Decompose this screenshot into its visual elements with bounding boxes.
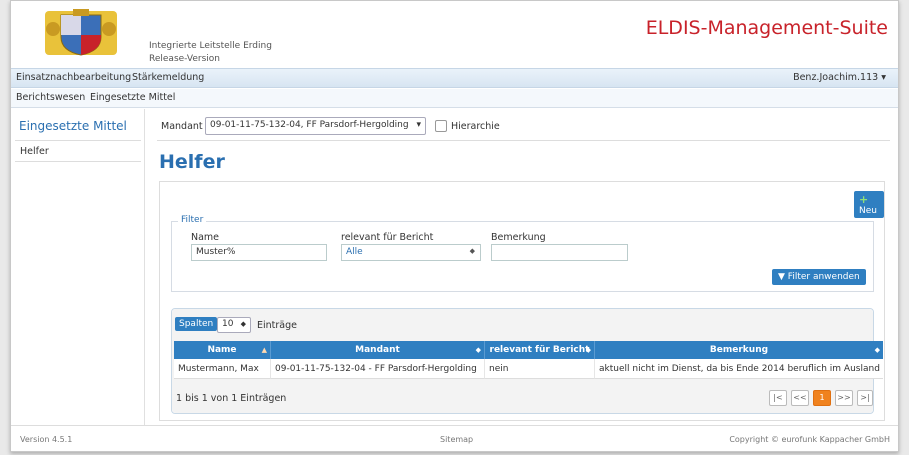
entries-label: Einträge	[257, 320, 297, 331]
subnav-item-eingesetzte-mittel[interactable]: Eingesetzte Mittel	[90, 92, 175, 103]
user-name: Benz.Joachim.113	[793, 72, 879, 83]
filter-legend: Filter	[178, 215, 207, 225]
primary-nav: Einsatznachbearbeitung Stärkemeldung Ben…	[11, 68, 898, 88]
filter-funnel-icon: ▼	[778, 272, 785, 282]
page-size-value: 10	[222, 319, 234, 329]
header: Integrierte Leitstelle Erding Release-Ve…	[11, 1, 898, 67]
org-line-1: Integrierte Leitstelle Erding	[149, 41, 272, 51]
sort-icon: ◆	[874, 346, 880, 354]
sidebar: Eingesetzte Mittel Helfer	[11, 109, 145, 425]
filter-relevant-label: relevant für Bericht	[341, 232, 434, 243]
pager-prev-button[interactable]: <<	[791, 390, 809, 406]
page-size-select[interactable]: 10 ◆	[217, 317, 251, 333]
hierarchie-label: Hierarchie	[451, 121, 500, 132]
mandant-value: 09-01-11-75-132-04, FF Parsdorf-Hergoldi…	[210, 120, 409, 130]
cell-name: Mustermann, Max	[174, 359, 271, 379]
sort-asc-icon: ▲	[261, 346, 267, 354]
column-header-mandant[interactable]: Mandant ◆	[271, 341, 485, 359]
sidebar-item-helfer[interactable]: Helfer	[20, 146, 49, 157]
pager-next-button[interactable]: >>	[835, 390, 853, 406]
organization-name: Integrierte Leitstelle Erding Release-Ve…	[149, 40, 272, 66]
column-header-label: Mandant	[355, 345, 400, 355]
filter-fieldset: Filter Name Muster% relevant für Bericht…	[171, 215, 874, 292]
column-header-label: Bemerkung	[709, 345, 769, 355]
version-text: Version 4.5.1	[20, 435, 73, 444]
new-button[interactable]: + Neu	[854, 191, 884, 218]
nav-item-staerkemeldung[interactable]: Stärkemeldung	[132, 72, 204, 83]
filter-relevant-select[interactable]: Alle ◆	[341, 244, 481, 261]
sort-icon: ◆	[475, 346, 481, 354]
nav-item-einsatznachbearbeitung[interactable]: Einsatznachbearbeitung	[16, 72, 131, 83]
filter-name-input[interactable]: Muster%	[191, 244, 327, 261]
column-header-bemerkung[interactable]: Bemerkung ◆	[595, 341, 883, 359]
coat-of-arms-logo	[45, 9, 117, 56]
subnav-item-berichtswesen[interactable]: Berichtswesen	[16, 92, 85, 103]
secondary-nav: Berichtswesen Eingesetzte Mittel	[11, 89, 898, 108]
mandant-label: Mandant	[161, 121, 203, 132]
cell-relevant: nein	[485, 359, 595, 379]
user-menu[interactable]: Benz.Joachim.113 ▾	[793, 72, 886, 83]
app-window: Integrierte Leitstelle Erding Release-Ve…	[10, 0, 899, 452]
filter-bemerkung-input[interactable]	[491, 244, 628, 261]
content-panel: + Neu Filter Name Muster% relevant für B…	[159, 181, 885, 421]
plus-icon: +	[859, 193, 869, 206]
cell-bemerkung: aktuell nicht im Dienst, da bis Ende 201…	[595, 359, 883, 379]
apply-filter-button[interactable]: ▼ Filter anwenden	[772, 269, 866, 285]
app-brand-title: ELDIS-Management-Suite	[645, 17, 888, 39]
sitemap-link[interactable]: Sitemap	[440, 435, 473, 444]
hierarchie-checkbox[interactable]	[435, 120, 447, 132]
chevron-updown-icon: ◆	[240, 320, 246, 328]
table-info: 1 bis 1 von 1 Einträgen	[176, 393, 287, 404]
sidebar-divider	[15, 140, 141, 141]
org-line-2: Release-Version	[149, 54, 220, 64]
new-button-label: Neu	[859, 206, 877, 216]
filter-name-label: Name	[191, 232, 220, 243]
pager-page-1-button[interactable]: 1	[813, 390, 831, 406]
filter-relevant-value: Alle	[346, 247, 363, 257]
pager-first-button[interactable]: |<	[769, 390, 787, 406]
pager-last-button[interactable]: >|	[857, 390, 873, 406]
copyright-text: Copyright © eurofunk Kappacher GmbH	[729, 435, 890, 444]
footer: Version 4.5.1 Sitemap Copyright © eurofu…	[11, 425, 898, 451]
sidebar-title[interactable]: Eingesetzte Mittel	[19, 119, 127, 133]
page-title: Helfer	[159, 151, 225, 173]
chevron-down-icon: ▾	[416, 120, 421, 130]
sort-icon: ◆	[585, 346, 591, 354]
chevron-updown-icon: ◆	[469, 247, 475, 255]
columns-button[interactable]: Spalten	[175, 317, 218, 331]
chevron-down-icon: ▾	[881, 72, 886, 83]
filter-name-value: Muster%	[196, 247, 236, 257]
column-header-label: relevant für Bericht	[489, 345, 590, 355]
mandant-select[interactable]: 09-01-11-75-132-04, FF Parsdorf-Hergoldi…	[205, 117, 426, 135]
column-header-relevant[interactable]: relevant für Bericht ◆	[485, 341, 595, 359]
filter-bemerkung-label: Bemerkung	[491, 232, 546, 243]
sidebar-divider	[15, 161, 141, 162]
column-header-name[interactable]: Name ▲	[174, 341, 271, 359]
cell-mandant: 09-01-11-75-132-04 - FF Parsdorf-Hergold…	[271, 359, 485, 379]
results-table-container: Spalten 10 ◆ Einträge Name ▲ Mandant ◆ r…	[171, 308, 883, 414]
column-header-label: Name	[207, 345, 237, 355]
apply-filter-label: Filter anwenden	[787, 272, 860, 282]
content-divider	[157, 140, 890, 141]
